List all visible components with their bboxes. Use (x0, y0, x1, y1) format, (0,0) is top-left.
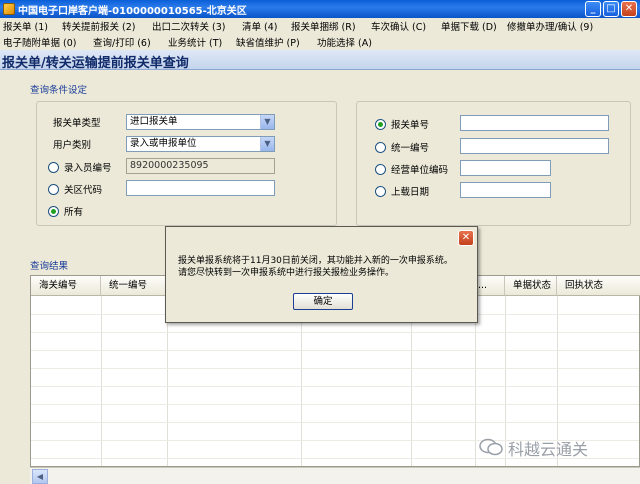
dialog-message: 报关单报系统将于11月30日前关闭，其功能并入新的一次申报系统。 请您尽快转到一… (178, 255, 453, 279)
declaration-no-label: 报关单号 (391, 120, 430, 131)
ok-button[interactable]: 确定 (293, 293, 353, 310)
close-button[interactable]: ✕ (621, 1, 637, 17)
results-section-label: 查询结果 (30, 261, 69, 272)
query-section-label: 查询条件设定 (30, 85, 88, 96)
table-row (31, 332, 639, 333)
declaration-type-value: 进口报关单 (130, 116, 178, 127)
user-category-label: 用户类别 (53, 140, 92, 151)
all-radio[interactable] (48, 206, 59, 217)
menu-list[interactable]: 清单 (4) (242, 19, 277, 33)
minimize-button[interactable]: _ (585, 1, 601, 17)
unified-no-field[interactable] (460, 138, 609, 154)
user-category-select[interactable]: 录入或申报单位 ▼ (126, 136, 275, 152)
dialog-close-button[interactable]: ✕ (458, 230, 474, 246)
query-right-group: 报关单号 统一编号 经营单位编码 上载日期 (356, 101, 631, 226)
declaration-type-label: 报关单类型 (53, 118, 101, 129)
table-row (31, 422, 639, 423)
menu-revoke[interactable]: 修撤单办理/确认 (9) (507, 19, 593, 33)
customs-code-radio[interactable] (48, 184, 59, 195)
column-header-unified-no[interactable]: 统一编号 (101, 276, 167, 296)
business-unit-field[interactable] (460, 160, 551, 176)
table-row (31, 350, 639, 351)
operator-id-radio[interactable] (48, 162, 59, 173)
table-row (31, 386, 639, 387)
title-bar: 中国电子口岸客户端-0100000010565-北京关区 _ □ ✕ (0, 0, 640, 18)
query-left-group: 报关单类型 进口报关单 ▼ 用户类别 录入或申报单位 ▼ 录入员编号 89200… (36, 101, 337, 226)
dialog-message-line-1: 报关单报系统将于11月30日前关闭，其功能并入新的一次申报系统。 (178, 256, 453, 266)
menu-bundle[interactable]: 报关单捆绑 (R) (291, 19, 356, 33)
notice-dialog: ✕ 报关单报系统将于11月30日前关闭，其功能并入新的一次申报系统。 请您尽快转… (165, 226, 478, 323)
customs-code-field[interactable] (126, 180, 275, 196)
user-category-value: 录入或申报单位 (130, 138, 197, 149)
menu-query-print[interactable]: 查询/打印 (6) (93, 35, 151, 49)
menu-declaration[interactable]: 报关单 (1) (3, 19, 48, 33)
upload-date-radio[interactable] (375, 186, 386, 197)
unified-no-radio[interactable] (375, 142, 386, 153)
business-unit-radio[interactable] (375, 164, 386, 175)
menu-download[interactable]: 单据下载 (D) (441, 19, 497, 33)
declaration-type-select[interactable]: 进口报关单 ▼ (126, 114, 275, 130)
upload-date-field[interactable] (460, 182, 551, 198)
unified-no-label: 统一编号 (391, 143, 430, 154)
page-title: 报关单/转关运输提前报关单查询 (2, 56, 189, 71)
menu-bar: 报关单 (1) 转关提前报关 (2) 出口二次转关 (3) 清单 (4) 报关单… (0, 18, 640, 50)
upload-date-label: 上载日期 (391, 187, 430, 198)
all-label: 所有 (64, 207, 84, 218)
business-unit-label: 经营单位编码 (391, 165, 449, 176)
declaration-no-radio[interactable] (375, 119, 386, 130)
table-row (31, 404, 639, 405)
scroll-left-icon[interactable]: ◀ (32, 469, 48, 484)
chevron-down-icon[interactable]: ▼ (260, 115, 274, 129)
menu-attachments[interactable]: 电子随附单据 (0) (3, 35, 76, 49)
column-header-truncated[interactable]: ... (475, 276, 505, 296)
chat-bubble-icon (479, 438, 503, 456)
operator-id-label: 录入员编号 (64, 163, 112, 174)
menu-statistics[interactable]: 业务统计 (T) (168, 35, 222, 49)
menu-transfer-advance[interactable]: 转关提前报关 (2) (62, 19, 135, 33)
watermark-text: 科越云通关 (508, 440, 589, 459)
column-header-doc-status[interactable]: 单据状态 (505, 276, 557, 296)
menu-trip-confirm[interactable]: 车次确认 (C) (371, 19, 426, 33)
horizontal-scrollbar[interactable]: ◀ (30, 467, 640, 484)
menu-export-secondary[interactable]: 出口二次转关 (3) (152, 19, 225, 33)
app-icon (3, 3, 15, 15)
window-title: 中国电子口岸客户端-0100000010565-北京关区 (18, 6, 247, 17)
chevron-down-icon[interactable]: ▼ (260, 137, 274, 151)
declaration-no-field[interactable] (460, 115, 609, 131)
page-title-bar: 报关单/转关运输提前报关单查询 (0, 50, 640, 71)
column-header-receipt-status[interactable]: 回执状态 (557, 276, 640, 296)
column-header-customs-no[interactable]: 海关编号 (31, 276, 101, 296)
dialog-message-line-2: 请您尽快转到一次申报系统中进行报关报检业务操作。 (178, 268, 395, 278)
operator-id-field[interactable]: 8920000235095 (126, 158, 275, 174)
menu-defaults[interactable]: 缺省值维护 (P) (236, 35, 300, 49)
customs-code-label: 关区代码 (64, 185, 103, 196)
menu-function-select[interactable]: 功能选择 (A) (317, 35, 372, 49)
table-row (31, 368, 639, 369)
maximize-button[interactable]: □ (603, 1, 619, 17)
